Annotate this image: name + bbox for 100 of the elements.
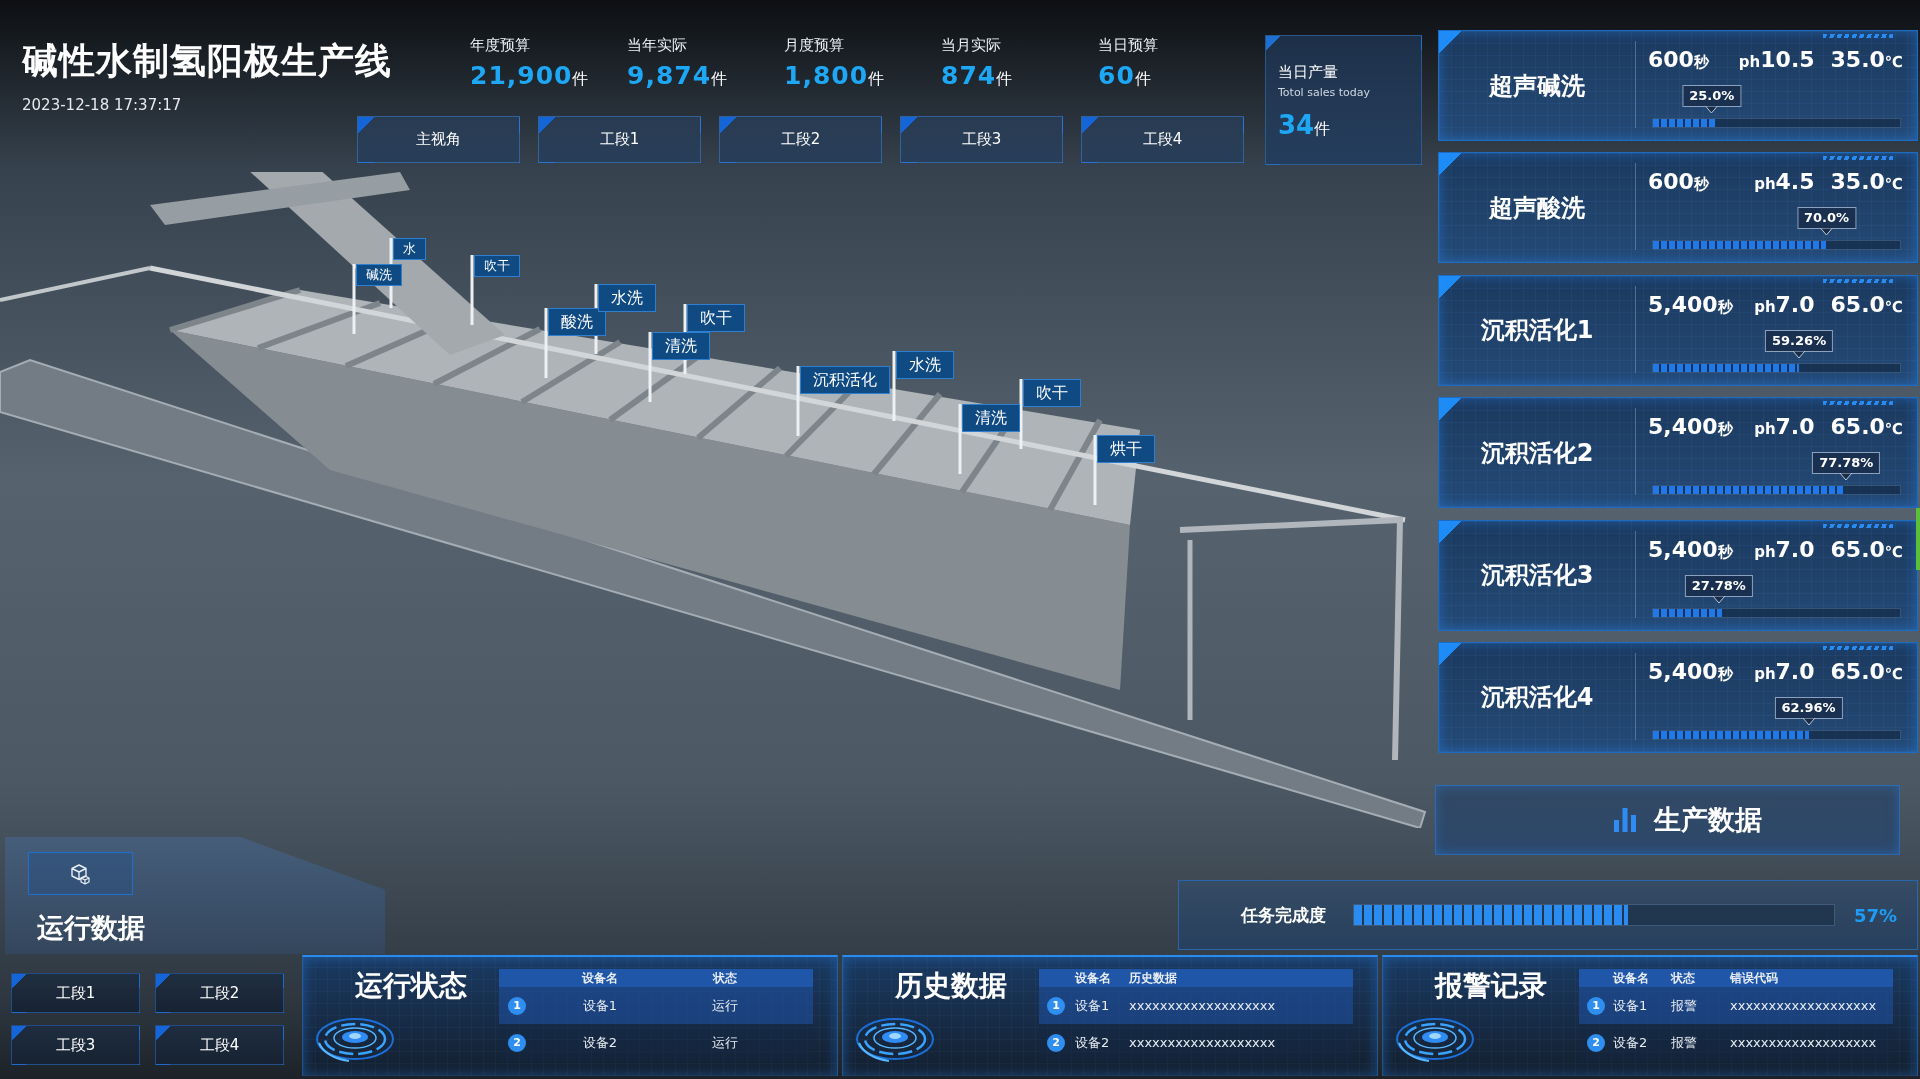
pointer-icon xyxy=(1705,106,1718,113)
stat-label: 当年实际 xyxy=(627,35,688,55)
process-flag-label: 碱洗 xyxy=(356,264,402,286)
stat-label: 月度预算 xyxy=(784,35,845,55)
pointer-icon xyxy=(1802,717,1815,725)
stat-value: 60件 xyxy=(1098,61,1152,90)
daily-output-sublabel: Totol sales today xyxy=(1278,86,1371,100)
process-flag-label: 清洗 xyxy=(962,404,1020,432)
percent-label: 70.0% xyxy=(1796,207,1857,230)
table-cell-text: 设备1 xyxy=(581,996,619,1015)
view-tab[interactable]: 工段3 xyxy=(900,115,1063,163)
stat-value: 874件 xyxy=(941,61,1014,90)
table-cell-text: 设备2 xyxy=(581,1033,619,1052)
duration-value: 5,400秒 xyxy=(1648,536,1733,562)
duration-value: 5,400秒 xyxy=(1648,658,1733,684)
table-cell-text: 运行 xyxy=(711,1033,739,1052)
datetime-text: 2023-12-18 17:37:17 xyxy=(21,94,183,116)
view-tab[interactable]: 工段2 xyxy=(719,115,882,163)
table-cell-text: xxxxxxxxxxxxxxxxxxx xyxy=(1730,1035,1878,1050)
duration-value: 5,400秒 xyxy=(1648,414,1733,440)
column-header: 状态 xyxy=(1671,969,1696,987)
table-cell-text: 设备2 xyxy=(1613,1033,1649,1052)
station-name: 沉积活化3 xyxy=(1479,560,1595,592)
section-button[interactable]: 工段4 xyxy=(155,1025,284,1065)
row-number: 2 xyxy=(508,1033,526,1052)
column-header: 状态 xyxy=(711,969,738,987)
process-flag-label: 水洗 xyxy=(598,284,656,312)
view-3d-button[interactable] xyxy=(28,852,133,895)
column-header: 历史数据 xyxy=(1129,969,1178,987)
row-number: 2 xyxy=(1587,1033,1605,1052)
process-flag-label: 烘干 xyxy=(1097,435,1155,463)
percent-label: 77.78% xyxy=(1812,452,1881,475)
cube-icon xyxy=(69,862,92,885)
row-number: 1 xyxy=(1047,996,1065,1015)
percent-label: 25.0% xyxy=(1682,85,1742,107)
bar-chart-icon xyxy=(1613,808,1636,832)
section-title: 运行数据 xyxy=(37,911,146,945)
table-cell-text: 报警 xyxy=(1671,996,1698,1015)
percent-label: 62.96% xyxy=(1774,696,1843,719)
table-cell-text: 报警 xyxy=(1671,1033,1698,1052)
column-header: 设备名 xyxy=(1613,969,1650,987)
percent-label: 59.26% xyxy=(1765,329,1834,352)
temperature-value: 65.0℃ xyxy=(1830,414,1903,440)
row-number: 1 xyxy=(508,996,526,1015)
page-title: 碱性水制氢阳极生产线 xyxy=(21,39,393,83)
table-cell-text: xxxxxxxxxxxxxxxxxxx xyxy=(1129,1035,1277,1050)
column-header: 设备名 xyxy=(1075,969,1112,987)
ph-value: ph7.0 xyxy=(1754,291,1815,317)
process-flag-label: 吹干 xyxy=(687,304,745,332)
ph-value: ph7.0 xyxy=(1754,414,1815,440)
daily-output-value: 34件 xyxy=(1278,110,1332,140)
process-flag-label: 吹干 xyxy=(1023,379,1081,407)
table-cell-text: 设备1 xyxy=(1075,996,1111,1015)
ph-value: ph4.5 xyxy=(1754,169,1815,195)
stat-label: 当月实际 xyxy=(941,35,1002,55)
temperature-value: 35.0℃ xyxy=(1830,169,1903,195)
station-name: 超声碱洗 xyxy=(1488,70,1586,102)
stat-label: 年度预算 xyxy=(470,35,531,55)
pointer-icon xyxy=(1793,350,1806,358)
temperature-value: 65.0℃ xyxy=(1830,291,1903,317)
section-title: 生产数据 xyxy=(1653,803,1762,837)
duration-value: 600秒 xyxy=(1648,47,1709,72)
table-cell-text: 设备1 xyxy=(1613,996,1649,1015)
row-number: 2 xyxy=(1047,1033,1065,1052)
pointer-icon xyxy=(1712,595,1725,603)
duration-value: 600秒 xyxy=(1648,169,1709,195)
section-button[interactable]: 工段1 xyxy=(11,973,140,1013)
temperature-value: 35.0℃ xyxy=(1830,47,1903,72)
section-button[interactable]: 工段3 xyxy=(11,1025,140,1065)
process-flag-label: 酸洗 xyxy=(548,308,606,336)
view-tab[interactable]: 工段4 xyxy=(1081,115,1244,163)
table-cell-text: xxxxxxxxxxxxxxxxxxx xyxy=(1129,998,1277,1013)
station-name: 沉积活化4 xyxy=(1479,682,1595,714)
stat-value: 21,900件 xyxy=(470,61,590,90)
section-button[interactable]: 工段2 xyxy=(155,973,284,1013)
view-tab[interactable]: 主视角 xyxy=(357,115,520,163)
process-flag-label: 沉积活化 xyxy=(800,366,890,394)
process-flag-label: 清洗 xyxy=(652,332,710,360)
daily-output-label: 当日产量 xyxy=(1278,62,1339,82)
station-name: 沉积活化2 xyxy=(1479,437,1595,469)
table-cell-text: xxxxxxxxxxxxxxxxxxx xyxy=(1730,998,1878,1013)
station-name: 沉积活化1 xyxy=(1479,315,1595,347)
pointer-icon xyxy=(1840,473,1853,481)
table-cell-text: 设备2 xyxy=(1075,1033,1111,1052)
task-label: 任务完成度 xyxy=(1241,903,1327,927)
duration-value: 5,400秒 xyxy=(1648,291,1733,317)
panel-title: 历史数据 xyxy=(895,969,1007,1003)
percent-label: 27.78% xyxy=(1684,574,1753,597)
percent-value: 57% xyxy=(1853,904,1897,926)
stat-value: 1,800件 xyxy=(784,61,886,90)
pointer-icon xyxy=(1820,228,1833,236)
stat-label: 当日预算 xyxy=(1098,35,1159,55)
panel-title: 报警记录 xyxy=(1435,969,1547,1003)
side-handle[interactable] xyxy=(1916,508,1920,570)
ph-value: ph7.0 xyxy=(1754,536,1815,562)
temperature-value: 65.0℃ xyxy=(1830,658,1903,684)
column-header: 错误代码 xyxy=(1730,969,1779,987)
stat-value: 9,874件 xyxy=(627,61,729,90)
view-tab[interactable]: 工段1 xyxy=(538,115,701,163)
temperature-value: 65.0℃ xyxy=(1830,536,1903,562)
